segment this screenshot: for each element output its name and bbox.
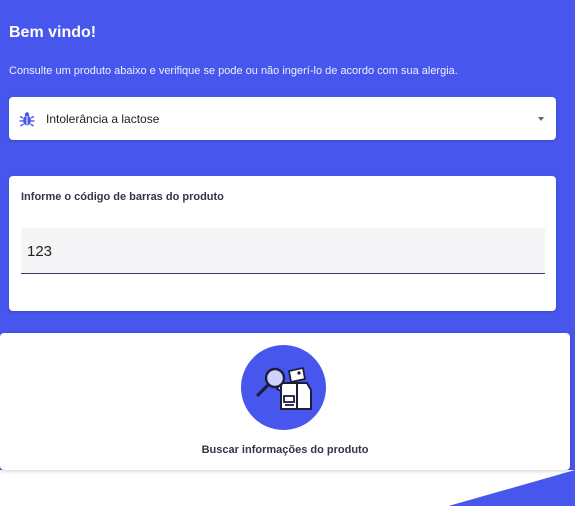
barcode-label: Informe o código de barras do produto (21, 191, 224, 203)
allergy-select-value: Intolerância a lactose (46, 111, 160, 126)
box-search-icon (256, 367, 312, 410)
search-product-label: Buscar informações do produto (201, 444, 369, 456)
chevron-down-icon[interactable] (538, 116, 544, 121)
page-title: Bem vindo! (9, 24, 97, 41)
page-subtitle: Consulte um produto abaixo e verifique s… (9, 65, 458, 77)
search-product-icon-circle (241, 345, 326, 430)
search-product-button[interactable]: Buscar informações do produto (0, 333, 570, 470)
allergy-select[interactable]: Intolerância a lactose (9, 97, 556, 140)
barcode-input[interactable] (27, 240, 527, 262)
bug-icon (19, 111, 35, 127)
barcode-field[interactable] (21, 228, 545, 274)
barcode-card: Informe o código de barras do produto (9, 176, 556, 311)
